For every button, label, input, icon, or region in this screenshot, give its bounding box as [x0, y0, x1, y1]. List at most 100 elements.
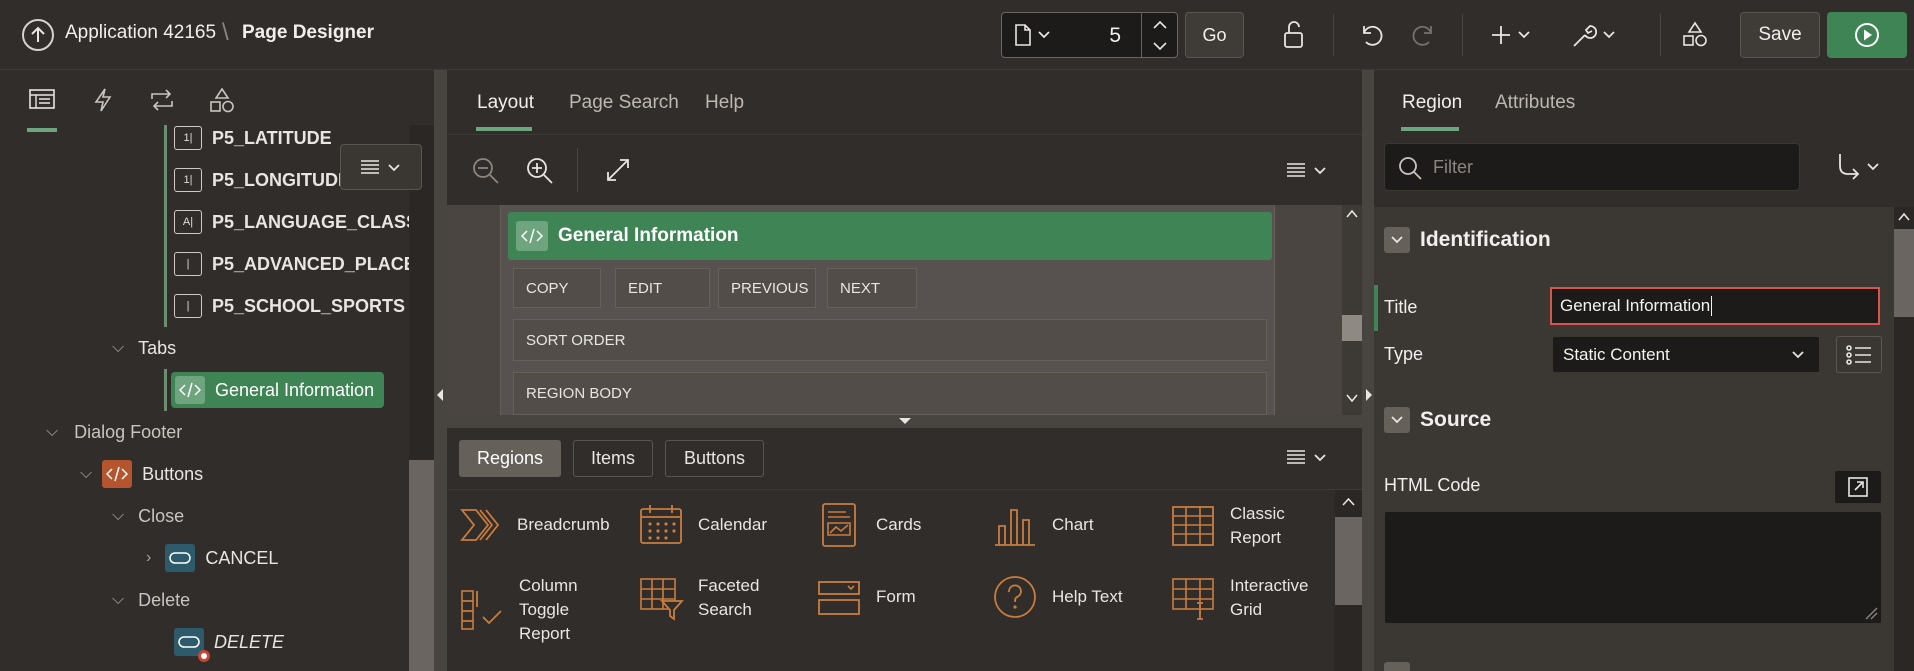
tree-item-p5-language-classes[interactable]: A| P5_LANGUAGE_CLASSES	[164, 201, 410, 243]
zoom-out-icon[interactable]	[471, 156, 501, 186]
slot-edit[interactable]: EDIT	[615, 268, 710, 308]
tab-regions[interactable]: Regions	[459, 440, 561, 477]
tree-scrollbar[interactable]	[409, 125, 434, 671]
tree-item-general-information[interactable]: General Information	[164, 369, 385, 411]
scrollbar-thumb[interactable]	[1894, 229, 1914, 317]
title-input[interactable]: General Information	[1550, 287, 1880, 325]
tab-layout[interactable]: Layout	[477, 92, 534, 114]
tree-item-delete-button[interactable]: DELETE	[174, 621, 284, 663]
tab-shared-components[interactable]	[201, 88, 243, 126]
tab-region[interactable]: Region	[1402, 92, 1462, 114]
gallery-item-classic-report[interactable]: Classic Report	[1170, 502, 1285, 550]
application-link[interactable]: Application 42165	[65, 22, 216, 44]
tree-item-label: DELETE	[214, 631, 285, 652]
toolbar-divider	[1660, 14, 1661, 56]
scrollbar-thumb[interactable]	[1342, 315, 1362, 341]
scrollbar-thumb[interactable]	[409, 460, 434, 671]
gallery-item-form[interactable]: Form	[816, 574, 916, 620]
tree-item-buttons[interactable]: ⌵ Buttons	[80, 453, 203, 495]
chevron-down-icon[interactable]: ⌵	[112, 507, 124, 525]
region-general-information[interactable]: General Information	[508, 212, 1272, 260]
canvas-scrollbar[interactable]	[1342, 205, 1362, 415]
page-doc-icon[interactable]	[1014, 24, 1052, 46]
app-home-button[interactable]	[22, 19, 54, 51]
type-list-button[interactable]	[1836, 336, 1882, 373]
gallery-item-column-toggle-report[interactable]: Column Toggle Report	[459, 574, 578, 646]
gallery-splitter[interactable]	[447, 415, 1362, 428]
chevron-down-icon[interactable]: ⌵	[112, 591, 124, 609]
tree-item-dialog-footer[interactable]: ⌵ Dialog Footer	[46, 411, 182, 453]
run-page-button[interactable]	[1827, 12, 1907, 58]
gallery-item-label: Column Toggle Report	[519, 576, 578, 643]
slot-region-body[interactable]: REGION BODY	[513, 372, 1267, 415]
utilities-wrench-icon[interactable]	[1570, 16, 1622, 54]
slot-next[interactable]: NEXT	[827, 268, 917, 308]
filter-input[interactable]: Filter	[1384, 143, 1800, 191]
slot-copy[interactable]: COPY	[513, 268, 601, 308]
tab-processing[interactable]	[141, 88, 183, 126]
gallery-item-calendar[interactable]: Calendar	[638, 502, 767, 548]
expand-icon[interactable]	[605, 157, 631, 183]
slot-previous[interactable]: PREVIOUS	[718, 268, 816, 308]
gallery-item-chart[interactable]: Chart	[992, 502, 1094, 548]
tab-rendering[interactable]	[21, 88, 63, 132]
html-code-textarea[interactable]	[1384, 511, 1882, 624]
go-to-group-icon[interactable]	[1836, 152, 1886, 182]
scrollbar-thumb[interactable]	[1335, 517, 1362, 605]
zoom-in-icon[interactable]	[525, 156, 555, 186]
page-selector[interactable]: 5	[1001, 12, 1178, 58]
tree-item-p5-latitude[interactable]: 1| P5_LATITUDE	[164, 125, 332, 159]
tree-item-p5-advanced-placement[interactable]: | P5_ADVANCED_PLACEMENT	[164, 243, 410, 285]
tab-attributes[interactable]: Attributes	[1495, 92, 1575, 114]
tab-buttons[interactable]: Buttons	[665, 440, 764, 477]
right-splitter[interactable]	[1362, 70, 1374, 671]
go-button[interactable]: Go	[1185, 12, 1244, 58]
tree-item-close[interactable]: ⌵ Close	[112, 495, 184, 537]
section-source[interactable]: Source	[1384, 404, 1884, 436]
tab-items[interactable]: Items	[573, 440, 653, 477]
save-button[interactable]: Save	[1740, 12, 1820, 58]
chevron-down-icon[interactable]	[1384, 227, 1410, 253]
tree-menu-button[interactable]	[340, 144, 422, 190]
tab-dynamic-actions[interactable]	[82, 88, 124, 126]
next-section-collapse[interactable]	[1384, 662, 1410, 671]
gallery-item-help-text[interactable]: Help Text	[992, 574, 1123, 620]
condition-badge-icon	[198, 650, 210, 662]
gallery-scrollbar[interactable]	[1335, 490, 1362, 671]
gallery-item-breadcrumb[interactable]: Breadcrumb	[459, 502, 610, 548]
redo-icon[interactable]	[1405, 16, 1443, 54]
slot-sort-order[interactable]: SORT ORDER	[513, 319, 1267, 361]
chevron-down-icon[interactable]: ⌵	[80, 465, 92, 483]
shared-components-icon[interactable]	[1676, 16, 1714, 54]
gallery-menu-icon[interactable]	[1285, 447, 1329, 467]
create-menu-icon[interactable]	[1490, 16, 1536, 54]
chevron-down-icon[interactable]: ⌵	[46, 423, 58, 441]
type-select[interactable]: Static Content	[1552, 336, 1820, 373]
undo-icon[interactable]	[1352, 16, 1390, 54]
section-identification[interactable]: Identification	[1384, 224, 1884, 256]
tree-item-tabs[interactable]: ⌵ Tabs	[112, 327, 176, 369]
tree-item-p5-longitude[interactable]: 1| P5_LONGITUDE	[164, 159, 350, 201]
gallery-item-label: Breadcrumb	[517, 515, 610, 534]
resize-handle-icon[interactable]	[1864, 606, 1878, 620]
properties-scrollbar[interactable]	[1894, 207, 1914, 671]
selected-region[interactable]: General Information	[171, 372, 385, 408]
gallery-item-faceted-search[interactable]: Faceted Search	[638, 574, 759, 622]
gallery-item-cards[interactable]: Cards	[816, 502, 921, 548]
lock-icon[interactable]	[1275, 16, 1313, 54]
page-number-input[interactable]: 5	[1109, 24, 1121, 48]
chevron-down-icon[interactable]: ⌵	[112, 339, 124, 357]
gallery-item-interactive-grid[interactable]: Interactive Grid	[1170, 574, 1308, 622]
tree-item-delete[interactable]: ⌵ Delete	[112, 579, 190, 621]
chevron-right-icon[interactable]: ›	[146, 549, 151, 567]
gallery-item-label: Interactive Grid	[1230, 576, 1309, 619]
layout-menu-icon[interactable]	[1285, 160, 1329, 180]
left-splitter[interactable]	[434, 70, 447, 671]
page-number-stepper[interactable]	[1141, 13, 1177, 57]
tree-item-p5-school-sports[interactable]: | P5_SCHOOL_SPORTS	[164, 285, 405, 327]
open-code-editor-button[interactable]	[1834, 470, 1882, 504]
tab-page-search[interactable]: Page Search	[569, 92, 679, 114]
tab-help[interactable]: Help	[705, 92, 744, 114]
tree-item-cancel[interactable]: › CANCEL	[146, 537, 278, 579]
chevron-down-icon[interactable]	[1384, 407, 1410, 433]
